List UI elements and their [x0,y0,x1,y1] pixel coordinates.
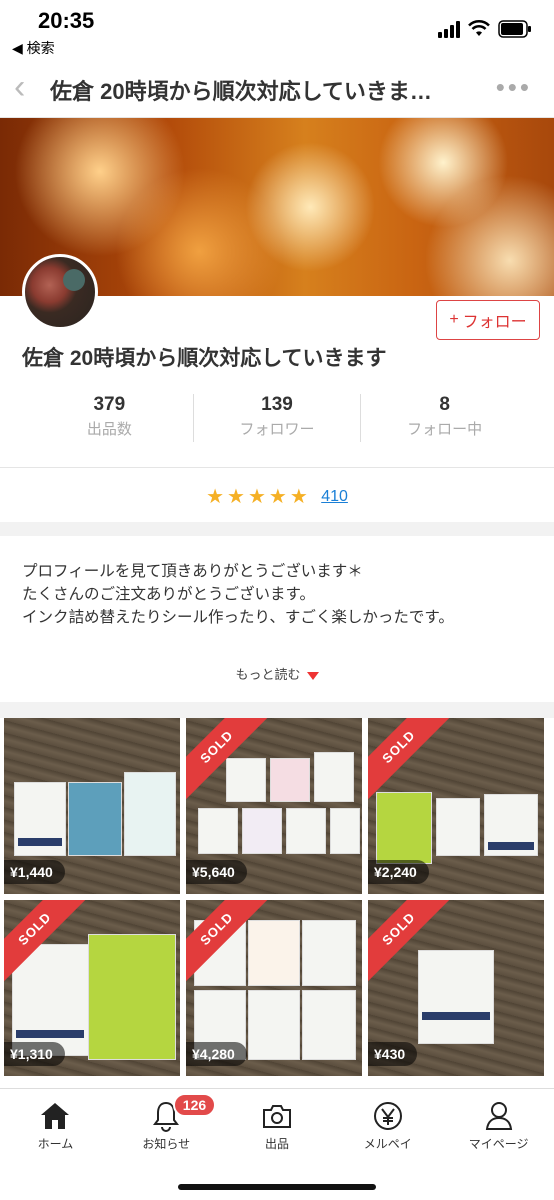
bio-line: プロフィールを見て頂きありがとうございます＊ [22,563,363,580]
plus-icon: + [449,311,459,328]
status-icons [438,20,532,38]
stat-value: 139 [261,394,293,415]
status-time: 20:35 [38,8,95,33]
stat-value: 8 [439,394,450,415]
divider [0,467,554,468]
home-icon [41,1103,70,1129]
back-chevron-icon[interactable]: ‹ [14,70,25,104]
rating-count-link[interactable]: 410 [321,488,348,505]
tab-sell[interactable]: 出品 [222,1099,333,1159]
follow-label: フォロー [462,314,527,331]
tab-label: マイページ [468,1137,529,1151]
stat-value: 379 [93,394,126,415]
bio-line: インク詰め替えたりシール作ったり、すごく楽しかったです。 [22,609,454,626]
stat-followers[interactable]: 139 フォロワー [192,394,361,442]
item-price: ¥5,640 [186,860,247,884]
tab-bar: ホーム お知らせ 126 出品 メルペイ マイページ [0,1088,554,1200]
yen-icon [373,1102,402,1130]
notification-badge: 126 [172,1093,217,1117]
stat-following[interactable]: 8 フォロー中 [360,394,528,442]
item-tile[interactable]: SOLD ¥1,310 [4,900,180,1076]
profile-name: 佐倉 20時頃から順次対応していきます [22,347,387,370]
tab-notifications[interactable]: お知らせ 126 [111,1093,222,1159]
stat-label: フォロー中 [407,421,483,438]
section-separator [0,702,554,718]
tab-home[interactable]: ホーム [0,1099,111,1159]
avatar [22,254,98,330]
stat-label: 出品数 [86,421,132,438]
tab-mypage[interactable]: マイページ [443,1099,554,1159]
home-indicator [178,1184,376,1190]
tab-label: 出品 [264,1137,289,1151]
item-price: ¥430 [368,1042,418,1066]
camera-icon [262,1105,291,1128]
profile-stats: 379 出品数 139 フォロワー 8 フォロー中 [26,394,528,442]
section-separator [0,522,554,536]
item-tile[interactable]: SOLD ¥430 [368,900,544,1076]
read-more-label: もっと読む [235,667,301,682]
tab-merpay[interactable]: メルペイ [332,1099,443,1159]
wifi-icon [468,20,490,36]
profile-bio: プロフィールを見て頂きありがとうございます＊ たくさんのご注文ありがとうございま… [22,560,542,629]
item-price: ¥2,240 [368,860,429,884]
stat-label: フォロワー [239,421,315,438]
item-tile[interactable]: SOLD ¥4,280 [186,900,362,1076]
item-grid: ¥1,440 SOLD ¥5,640 SOLD ¥2,240 SOLD ¥1,3… [4,718,552,1076]
nav-title: 佐倉 20時頃から順次対応していきま… [50,79,432,104]
follow-button[interactable]: + フォロー [436,300,540,340]
item-tile[interactable]: ¥1,440 [4,718,180,894]
more-options-icon[interactable]: ••• [496,72,532,103]
item-tile[interactable]: SOLD ¥5,640 [186,718,362,894]
item-price: ¥1,440 [4,860,65,884]
back-to-search[interactable]: ◀ 検索 [12,38,55,58]
rating-row[interactable]: ★★★★★ 410 [0,484,554,509]
stat-listings[interactable]: 379 出品数 [26,394,193,442]
nav-bar: ‹ 佐倉 20時頃から順次対応していきま… ••• [0,60,554,118]
tab-label: お知らせ [142,1137,191,1151]
read-more-button[interactable]: もっと読む [0,664,554,683]
item-price: ¥4,280 [186,1042,247,1066]
caret-down-icon [306,671,319,680]
item-tile[interactable]: SOLD ¥2,240 [368,718,544,894]
sold-ribbon: SOLD [368,718,456,804]
bio-line: たくさんのご注文ありがとうございます。 [22,586,315,603]
tab-label: ホーム [37,1137,74,1151]
tab-label: メルペイ [363,1137,412,1151]
person-icon [485,1102,512,1130]
signal-icon [438,20,460,38]
star-rating-icon: ★★★★★ [206,486,311,508]
battery-icon [498,20,531,38]
status-bar: 20:35 ◀ 検索 [0,0,554,60]
item-price: ¥1,310 [4,1042,65,1066]
